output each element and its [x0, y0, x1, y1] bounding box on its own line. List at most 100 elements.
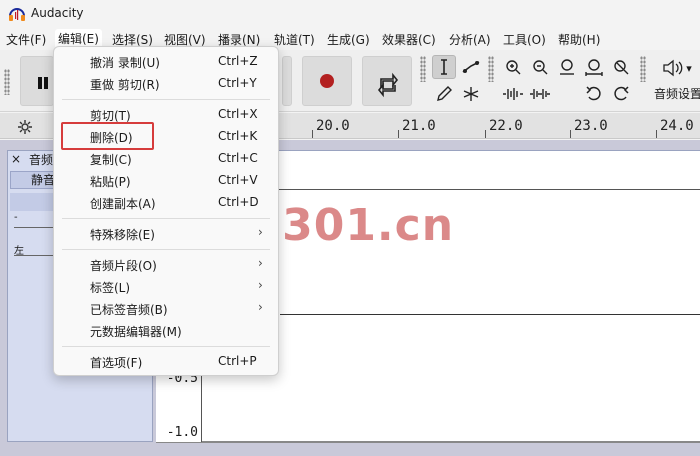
watermark: j301.cn [266, 200, 455, 251]
menu-item-label: 特殊移除(E) [90, 228, 155, 242]
zoom-toggle-icon [614, 60, 629, 75]
menu-item-shortcut: Ctrl+K [218, 129, 258, 143]
gear-icon[interactable] [17, 119, 33, 135]
menu-item-paste[interactable]: 粘贴(P) Ctrl+V [54, 170, 278, 192]
fit-project-icon [585, 59, 603, 76]
toolbar-grip[interactable] [488, 56, 494, 82]
record-icon [320, 74, 334, 88]
draw-tool-icon [437, 86, 452, 101]
toolbar-grip[interactable] [640, 56, 646, 82]
menu-tracks[interactable]: 轨道(T) [274, 31, 315, 48]
track-bottom-line [156, 441, 700, 443]
zoom-toggle-button[interactable] [609, 55, 633, 79]
zoom-in-button[interactable] [501, 55, 525, 79]
envelope-tool-icon [462, 61, 480, 73]
menu-item-copy[interactable]: 复制(C) Ctrl+C [54, 148, 278, 170]
selection-tool-button[interactable] [432, 55, 456, 79]
toolbar-grip[interactable] [4, 69, 10, 95]
ruler-label: 22.0 [489, 118, 523, 134]
trim-button[interactable] [501, 82, 525, 106]
zoom-in-icon [506, 60, 521, 75]
menu-item-labels[interactable]: 标签(L) › [54, 276, 278, 298]
gain-marker: - [14, 212, 18, 223]
menu-item-label: 元数据编辑器(M) [90, 325, 182, 339]
undo-icon [586, 86, 601, 101]
ruler-label: 23.0 [574, 118, 608, 134]
envelope-tool-button[interactable] [459, 55, 483, 79]
menu-item-remove-special[interactable]: 特殊移除(E) › [54, 223, 278, 245]
menu-item-shortcut: Ctrl+C [218, 151, 258, 165]
menu-generate[interactable]: 生成(G) [327, 31, 370, 48]
toolbar-grip[interactable] [420, 56, 426, 82]
menu-item-metadata-editor[interactable]: 元数据编辑器(M) [54, 320, 278, 342]
menu-item-label: 创建副本(A) [90, 197, 156, 211]
chevron-right-icon: › [258, 300, 263, 314]
vruler-label: -1.0 [166, 425, 198, 440]
menu-file[interactable]: 文件(F) [6, 31, 46, 48]
pause-button[interactable] [20, 56, 54, 106]
track-name[interactable]: 音频 [29, 151, 53, 168]
ruler-label: 24.0 [660, 118, 694, 134]
silence-button[interactable] [528, 82, 552, 106]
stop-button-edge[interactable] [282, 56, 292, 106]
chevron-right-icon: › [258, 225, 263, 239]
app-title: Audacity [31, 6, 84, 20]
menu-item-audio-clips[interactable]: 音频片段(O) › [54, 254, 278, 276]
menu-analyze[interactable]: 分析(A) [449, 31, 491, 48]
audio-setup-label[interactable]: 音频设置 [654, 85, 700, 102]
menu-effect[interactable]: 效果器(C) [382, 31, 436, 48]
redo-icon [614, 86, 629, 101]
silence-icon [530, 89, 550, 99]
menu-separator [62, 99, 270, 100]
audio-setup-button[interactable]: ▾ [656, 56, 698, 80]
redo-button[interactable] [609, 82, 633, 106]
menu-item-undo[interactable]: 撤消 录制(U) Ctrl+Z [54, 51, 278, 73]
menu-item-label: 标签(L) [90, 281, 131, 295]
pause-icon [38, 77, 48, 89]
menu-separator [62, 249, 270, 250]
menu-item-shortcut: Ctrl+V [218, 173, 258, 187]
menu-item-shortcut: Ctrl+X [218, 107, 258, 121]
ruler-label: 20.0 [316, 118, 350, 134]
menu-item-shortcut: Ctrl+Y [218, 76, 257, 90]
multi-tool-button[interactable] [459, 82, 483, 106]
ruler-tick [570, 130, 571, 138]
ruler-label: 21.0 [402, 118, 436, 134]
waveform-center-line [280, 314, 700, 315]
edit-menu-dropdown: 撤消 录制(U) Ctrl+Z 重做 剪切(R) Ctrl+Y 剪切(T) Ct… [53, 46, 279, 376]
fit-selection-icon [560, 59, 574, 75]
ruler-tick [312, 130, 313, 138]
multi-tool-icon [463, 87, 479, 101]
undo-button[interactable] [582, 82, 606, 106]
menu-item-label: 重做 剪切(R) [90, 78, 160, 92]
highlight-box [61, 122, 154, 150]
menu-item-label: 粘贴(P) [90, 175, 131, 189]
menu-help[interactable]: 帮助(H) [558, 31, 600, 48]
menu-item-shortcut: Ctrl+D [218, 195, 259, 209]
fit-project-button[interactable] [582, 55, 606, 79]
ruler-tick [398, 130, 399, 138]
menu-item-label: 撤消 录制(U) [90, 56, 160, 70]
chevron-down-icon: ▾ [686, 61, 692, 75]
menu-item-label: 复制(C) [90, 153, 132, 167]
menu-item-duplicate[interactable]: 创建副本(A) Ctrl+D [54, 192, 278, 214]
track-close-button[interactable]: × [11, 152, 21, 166]
record-button[interactable] [302, 56, 352, 106]
menu-item-label: 已标签音频(B) [90, 303, 168, 317]
loop-button[interactable] [362, 56, 412, 106]
zoom-out-button[interactable] [528, 55, 552, 79]
menu-item-labeled-audio[interactable]: 已标签音频(B) › [54, 298, 278, 320]
menu-item-preferences[interactable]: 首选项(F) Ctrl+P [54, 351, 278, 373]
menu-item-redo[interactable]: 重做 剪切(R) Ctrl+Y [54, 73, 278, 95]
draw-tool-button[interactable] [432, 82, 456, 106]
fit-selection-button[interactable] [555, 55, 579, 79]
menu-tools[interactable]: 工具(O) [503, 31, 546, 48]
menu-item-label: 音频片段(O) [90, 259, 157, 273]
menu-item-label: 首选项(F) [90, 356, 143, 370]
chevron-right-icon: › [258, 278, 263, 292]
speaker-icon [663, 59, 683, 77]
loop-icon [377, 72, 399, 98]
audacity-logo-icon [9, 8, 25, 21]
zoom-out-icon [533, 60, 548, 75]
mute-label: 静音 [31, 173, 56, 187]
